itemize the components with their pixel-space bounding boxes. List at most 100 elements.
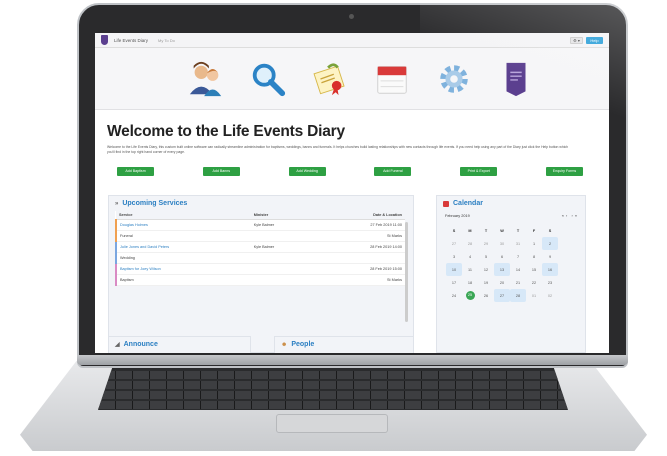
app-title[interactable]: Life Events Diary: [114, 38, 148, 43]
app-screen: Life Events Diary My To Do ⚙ ▾ Help Welc…: [95, 33, 609, 353]
weekday-label: S: [548, 228, 552, 233]
logo-icon[interactable]: [101, 35, 108, 45]
calendar-day[interactable]: 27: [494, 289, 510, 302]
calendar-day[interactable]: 6: [494, 250, 510, 263]
announce-heading: ◢ Announce: [109, 337, 250, 352]
calendar-day[interactable]: 30: [494, 237, 510, 250]
gear-icon[interactable]: [435, 60, 473, 98]
calendar-day[interactable]: 16: [542, 263, 558, 276]
laptop-scene: Life Events Diary My To Do ⚙ ▾ Help Welc…: [0, 0, 667, 456]
weekday-label: F: [532, 228, 536, 233]
service-type-cell: Wedding: [115, 252, 251, 264]
calendar-day[interactable]: 18: [462, 276, 478, 289]
column-header[interactable]: Minister: [250, 211, 315, 220]
calendar-day[interactable]: 12: [478, 263, 494, 276]
calendar-day[interactable]: 9: [542, 250, 558, 263]
table-row[interactable]: Douglas Holmes Kyle Balmer 27 Feb 2019 1…: [115, 219, 405, 231]
calendar-day[interactable]: 2: [542, 237, 558, 250]
table-scrollbar[interactable]: [405, 222, 408, 322]
trackpad: [276, 414, 388, 433]
announce-title: Announce: [123, 341, 158, 348]
calendar-day[interactable]: 1: [526, 237, 542, 250]
calendar-day[interactable]: 5: [478, 250, 494, 263]
last-month-button[interactable]: »: [575, 214, 577, 218]
calendar-day[interactable]: 02: [542, 289, 558, 302]
add-wedding-button[interactable]: Add Wedding: [288, 167, 326, 176]
calendar-small-icon: [443, 200, 449, 207]
people-small-icon: ☻: [281, 341, 288, 348]
add-baptism-button[interactable]: Add Baptism: [117, 167, 154, 176]
add-funeral-button[interactable]: Add Funeral: [374, 167, 412, 176]
calendar-day[interactable]: 27: [446, 237, 462, 250]
service-name-link[interactable]: Julie Jones and David Peters: [115, 241, 251, 253]
calendar-heading: Calendar: [437, 196, 585, 211]
calendar-day[interactable]: 13: [494, 263, 510, 276]
service-name-link[interactable]: Douglas Holmes: [115, 219, 251, 231]
column-header[interactable]: Service: [116, 211, 251, 220]
calendar-day[interactable]: 24: [446, 289, 462, 302]
megaphone-icon: ◢: [115, 342, 120, 348]
people-panel: ☻ People: [274, 336, 414, 353]
service-type-cell: Funeral: [115, 230, 251, 242]
table-row[interactable]: Wedding: [115, 252, 405, 264]
calendar-day[interactable]: 10: [446, 263, 462, 276]
table-row[interactable]: Funeral St Marks: [115, 230, 405, 242]
upcoming-services-heading: » Upcoming Services: [109, 196, 413, 211]
calendar-day[interactable]: 3: [446, 250, 462, 263]
service-name-link[interactable]: Baptism for Joey Wilson: [115, 263, 251, 275]
settings-dropdown-button[interactable]: ⚙ ▾: [570, 36, 583, 44]
nav-my-to-do[interactable]: My To Do: [158, 38, 175, 43]
calendar-day[interactable]: 4: [462, 250, 478, 263]
people-title: People: [291, 341, 315, 348]
date-cell: 28 Feb 2019 14:00: [314, 241, 405, 253]
calendar-day[interactable]: 15: [526, 263, 542, 276]
announce-panel: ◢ Announce: [108, 336, 251, 353]
calendar-day[interactable]: 01: [526, 289, 542, 302]
weekday-label: S: [452, 228, 456, 233]
search-icon[interactable]: [249, 60, 287, 98]
print-export-button[interactable]: Print & Export: [460, 167, 498, 176]
calendar-day-today[interactable]: 25: [462, 289, 478, 302]
date-cell: 27 Feb 2019 11:00: [314, 219, 405, 231]
location-cell: St Marks: [314, 274, 405, 286]
calendar-day[interactable]: 29: [478, 237, 494, 250]
calendar-day[interactable]: 31: [510, 237, 526, 250]
calendar-nav: « ‹ › »: [562, 214, 577, 218]
first-month-button[interactable]: «: [562, 214, 564, 218]
action-buttons: Add Baptism Add Banns Add Wedding Add Fu…: [117, 167, 583, 176]
add-banns-button[interactable]: Add Banns: [202, 167, 240, 176]
diary-book-icon[interactable]: [497, 60, 535, 98]
table-row[interactable]: Baptism St Marks: [115, 274, 405, 286]
people-icon[interactable]: [187, 60, 225, 98]
calendar-day[interactable]: 23: [542, 276, 558, 289]
prev-month-button[interactable]: ‹: [566, 214, 567, 218]
calendar-day[interactable]: 26: [478, 289, 494, 302]
weekday-label: W: [500, 228, 504, 233]
calendar-panel: Calendar February 2019 « ‹ › » S M T W T…: [436, 195, 586, 353]
next-month-button[interactable]: ›: [571, 214, 572, 218]
calendar-day[interactable]: 19: [478, 276, 494, 289]
calendar-day[interactable]: 7: [510, 250, 526, 263]
table-row[interactable]: Julie Jones and David Peters Kyle Balmer…: [115, 241, 405, 253]
keyboard: [98, 368, 568, 410]
intro-text: Welcome to the Life Events Diary, this c…: [107, 145, 569, 154]
calendar-icon[interactable]: [373, 60, 411, 98]
column-header[interactable]: Date & Location: [314, 211, 405, 220]
table-row[interactable]: Baptism for Joey Wilson 28 Feb 2019 15:0…: [115, 263, 405, 275]
calendar-day[interactable]: 8: [526, 250, 542, 263]
calendar-day[interactable]: 11: [462, 263, 478, 276]
calendar-day[interactable]: 21: [510, 276, 526, 289]
calendar-day[interactable]: 28: [462, 237, 478, 250]
upcoming-services-title: Upcoming Services: [122, 200, 188, 207]
laptop-hinge: [77, 355, 628, 365]
weekday-label: T: [484, 228, 488, 233]
calendar-day[interactable]: 14: [510, 263, 526, 276]
calendar-day[interactable]: 17: [446, 276, 462, 289]
calendar-day[interactable]: 28: [510, 289, 526, 302]
calendar-day[interactable]: 20: [494, 276, 510, 289]
enquiry-forms-button[interactable]: Enquiry Forms: [545, 167, 583, 176]
certificate-icon[interactable]: [311, 60, 349, 98]
top-bar: Life Events Diary My To Do ⚙ ▾ Help: [95, 33, 609, 48]
calendar-day[interactable]: 22: [526, 276, 542, 289]
help-button[interactable]: Help: [586, 36, 603, 44]
